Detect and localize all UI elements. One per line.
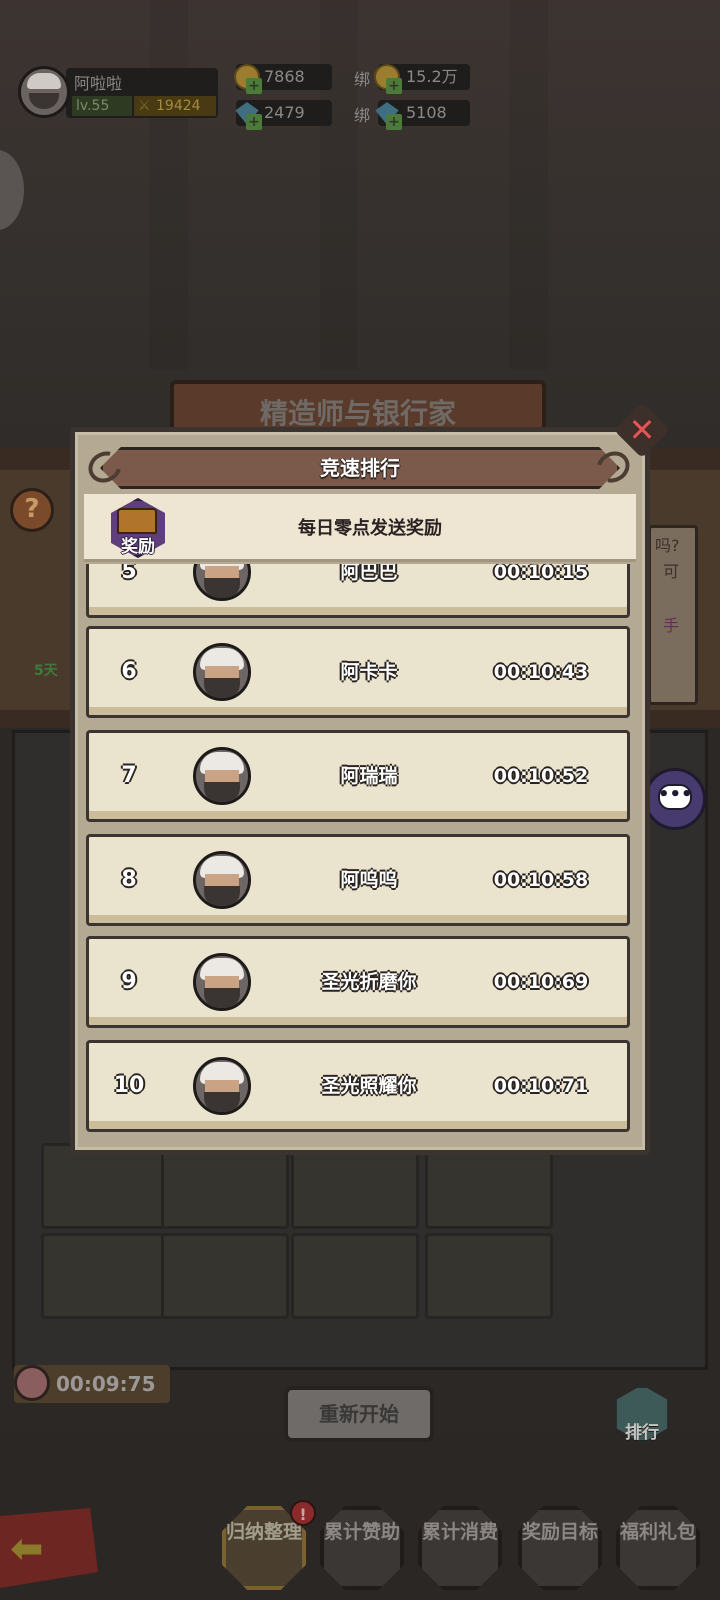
scene-title: 精造师与银行家	[259, 397, 456, 430]
board-cell	[291, 1143, 419, 1229]
bind-label: 绑	[354, 70, 371, 89]
player-power: ⚔ 19424	[134, 96, 216, 116]
board-cell	[41, 1233, 169, 1319]
player-name: 圣光照耀你	[321, 1075, 417, 1097]
menu-gift-pack-label: 福利礼包	[619, 1521, 696, 1543]
board-cell	[425, 1233, 553, 1319]
clock-icon	[14, 1365, 50, 1401]
help-button[interactable]: ?	[10, 488, 54, 532]
player-name: 阿瑞瑞	[340, 765, 398, 787]
side-text: 吗?	[655, 536, 680, 555]
add-gold-icon[interactable]: +	[246, 78, 262, 94]
ranking-row: 5 阿巴巴 00:10:15	[86, 564, 630, 618]
bind-label: 绑	[354, 106, 371, 125]
race-time: 00:10:58	[493, 869, 589, 891]
bound-gold-value: 15.2万	[406, 67, 458, 86]
rank-number: 5	[121, 564, 137, 584]
gold-value: 7868	[264, 67, 305, 86]
bound-gem-value: 5108	[406, 103, 447, 122]
avatar	[193, 1057, 251, 1115]
add-bound-gem-icon[interactable]: +	[386, 114, 402, 130]
avatar	[193, 564, 251, 601]
add-bound-gold-icon[interactable]: +	[386, 78, 402, 94]
player-name: 阿呜呜	[340, 869, 398, 891]
ranking-row: 6 阿卡卡 00:10:43	[86, 626, 630, 718]
rank-number: 7	[121, 763, 137, 788]
rank-number: 8	[121, 867, 137, 892]
sword-icon: ⚔	[138, 98, 151, 114]
player-avatar[interactable]	[18, 66, 70, 118]
menu-sponsor-label: 累计赞助	[323, 1521, 400, 1543]
board-cell	[161, 1143, 289, 1229]
board-cell	[291, 1233, 419, 1319]
ranking-row: 8 阿呜呜 00:10:58	[86, 834, 630, 926]
back-arrow-icon: ⬅	[10, 1526, 44, 1572]
player-name: 阿巴巴	[340, 564, 398, 583]
avatar	[193, 643, 251, 701]
race-time: 00:10:15	[493, 564, 589, 583]
ranking-list[interactable]: 5 阿巴巴 00:10:15 6 阿卡卡 00:10:43 7 阿瑞瑞 00:1…	[84, 564, 636, 1150]
bg-stripe	[320, 0, 358, 370]
add-gem-icon[interactable]: +	[246, 114, 262, 130]
board-cell	[41, 1143, 169, 1229]
race-time: 00:10:43	[493, 661, 589, 683]
chat-dots-icon: •••	[658, 784, 693, 805]
reward-text: 每日零点发送奖励	[298, 518, 442, 539]
side-text: 可	[663, 562, 680, 581]
race-time: 00:10:52	[493, 765, 589, 787]
turban-shape	[27, 73, 61, 89]
player-name: 阿卡卡	[340, 661, 398, 683]
side-badge: 5天	[34, 663, 58, 679]
alert-badge: !	[290, 1500, 316, 1526]
avatar	[193, 953, 251, 1011]
gem-value: 2479	[264, 103, 305, 122]
race-time: 00:10:71	[493, 1075, 589, 1097]
side-text: 手	[663, 616, 680, 635]
rank-number: 6	[121, 659, 137, 684]
bg-stripe	[510, 0, 548, 370]
rank-number: 10	[113, 1073, 145, 1098]
avatar	[193, 851, 251, 909]
timer-value: 00:09:75	[56, 1372, 156, 1396]
avatar	[193, 747, 251, 805]
reward-badge-label: 奖励	[121, 537, 155, 557]
restart-button[interactable]: 重新开始	[284, 1386, 434, 1442]
player-level: lv.55	[72, 96, 132, 116]
ranking-button-label: 排行	[625, 1423, 659, 1443]
bg-stripe	[150, 0, 188, 370]
side-card: 吗? 可 手	[648, 525, 698, 705]
menu-reward-goal-label: 奖励目标	[521, 1521, 598, 1543]
player-name: 圣光折磨你	[321, 971, 417, 993]
power-value: 19424	[156, 98, 201, 114]
treasure-chest-icon	[117, 508, 157, 534]
ranking-row: 10 圣光照耀你 00:10:71	[86, 1040, 630, 1132]
player-name: 阿啦啦	[74, 74, 123, 93]
ranking-row: 9 圣光折磨你 00:10:69	[86, 936, 630, 1028]
ranking-row: 7 阿瑞瑞 00:10:52	[86, 730, 630, 822]
board-cell	[425, 1143, 553, 1229]
rank-number: 9	[121, 969, 137, 994]
close-icon[interactable]: ✕	[622, 410, 662, 450]
race-time: 00:10:69	[493, 971, 589, 993]
modal-title: 竞速排行	[320, 456, 400, 480]
beard-shape	[29, 93, 59, 109]
board-cell	[161, 1233, 289, 1319]
menu-spending-label: 累计消费	[421, 1521, 498, 1543]
